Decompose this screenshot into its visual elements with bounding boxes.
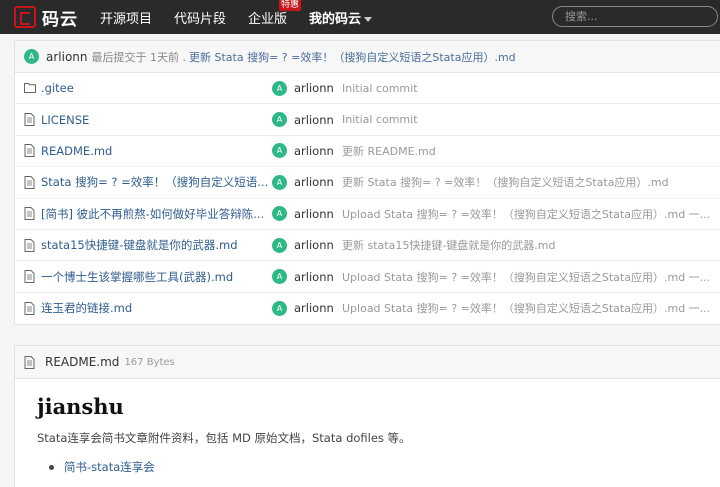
top-navbar: 码云 开源项目 代码片段 企业版 特惠 我的码云: [0, 0, 720, 34]
table-row[interactable]: README.md Aarlionn 更新 README.md: [15, 136, 720, 168]
file-icon: [24, 113, 36, 127]
file-icon: [24, 144, 36, 158]
folder-icon: [24, 82, 36, 95]
author-cell: Aarlionn: [272, 143, 334, 159]
logo[interactable]: 码云: [14, 5, 78, 30]
search-input[interactable]: [552, 6, 718, 27]
promo-badge: 特惠: [279, 0, 302, 11]
nav-enterprise-label: 企业版: [248, 11, 288, 27]
author-cell: Aarlionn: [272, 237, 334, 253]
list-item: 简书-stata连享会: [49, 459, 155, 475]
file-icon: [24, 355, 36, 369]
file-commit-message[interactable]: Upload Stata 搜狗= ? =效率！（搜狗自定义短语之Stata应用）…: [342, 206, 719, 222]
logo-text: 码云: [42, 9, 78, 30]
readme-size: 167 Bytes: [124, 356, 175, 368]
readme-description: Stata连享会简书文章附件资料，包括 MD 原始文档，Stata dofile…: [37, 431, 411, 445]
file-name[interactable]: .gitee: [41, 81, 74, 95]
file-author[interactable]: arlionn: [294, 175, 334, 189]
table-row[interactable]: Stata 搜狗= ? =效率！（搜狗自定义短语... Aarlionn 更新 St…: [15, 167, 720, 199]
avatar[interactable]: A: [272, 112, 287, 128]
file-name[interactable]: LICENSE: [41, 113, 89, 127]
file-name[interactable]: stata15快捷键-键盘就是你的武器.md: [41, 237, 238, 253]
table-row[interactable]: LICENSE Aarlionn Initial commit: [15, 104, 720, 136]
file-commit-message[interactable]: 更新 Stata 搜狗= ? =效率！（搜狗自定义短语之Stata应用）.md: [342, 174, 719, 190]
file-commit-message[interactable]: 更新 README.md: [342, 143, 719, 159]
commit-message[interactable]: 更新 Stata 搜狗= ? =效率！（搜狗自定义短语之Stata应用）.md: [189, 49, 516, 65]
file-cell: Stata 搜狗= ? =效率！（搜狗自定义短语...: [24, 174, 274, 190]
table-row[interactable]: stata15快捷键-键盘就是你的武器.md Aarlionn 更新 stata15…: [15, 230, 720, 262]
file-cell: LICENSE: [24, 113, 274, 127]
bullet-icon: [49, 464, 54, 470]
file-author[interactable]: arlionn: [294, 81, 334, 95]
avatar[interactable]: A: [272, 237, 287, 253]
file-commit-message[interactable]: Initial commit: [342, 113, 719, 126]
file-cell: [简书] 彼此不再煎熬-如何做好毕业答辩陈...: [24, 206, 274, 222]
author-cell: Aarlionn: [272, 206, 334, 222]
file-cell: 一个博士生该掌握哪些工具(武器).md: [24, 269, 274, 285]
file-author[interactable]: arlionn: [294, 270, 334, 284]
author-cell: Aarlionn: [272, 300, 334, 316]
file-list-panel: A arlionn 最后提交于 1天前 . 更新 Stata 搜狗= ? =效率…: [14, 40, 720, 326]
table-row[interactable]: [简书] 彼此不再煎熬-如何做好毕业答辩陈... Aarlionn Upload S…: [15, 199, 720, 230]
avatar[interactable]: A: [272, 80, 287, 96]
commit-time: 最后提交于 1天前 .: [91, 50, 187, 64]
file-commit-message[interactable]: Upload Stata 搜狗= ? =效率！（搜狗自定义短语之Stata应用）…: [342, 269, 719, 285]
nav-my-gitee[interactable]: 我的码云: [309, 8, 373, 27]
file-cell: 连玉君的链接.md: [24, 300, 274, 316]
file-author[interactable]: arlionn: [294, 144, 334, 158]
nav-code-snippets[interactable]: 代码片段: [174, 8, 226, 27]
readme-title: jianshu: [37, 394, 124, 419]
commit-author[interactable]: arlionn: [46, 50, 88, 64]
file-icon: [24, 301, 36, 315]
file-cell: stata15快捷键-键盘就是你的武器.md: [24, 237, 274, 253]
nav-enterprise[interactable]: 企业版 特惠: [248, 0, 302, 27]
file-commit-message[interactable]: Upload Stata 搜狗= ? =效率！（搜狗自定义短语之Stata应用）…: [342, 300, 719, 316]
file-name[interactable]: 连玉君的链接.md: [41, 300, 132, 316]
file-name[interactable]: README.md: [41, 144, 112, 158]
author-cell: Aarlionn: [272, 112, 334, 128]
chevron-down-icon: [364, 16, 373, 22]
file-author[interactable]: arlionn: [294, 113, 334, 127]
file-author[interactable]: arlionn: [294, 238, 334, 252]
avatar[interactable]: A: [272, 269, 287, 285]
author-cell: Aarlionn: [272, 174, 334, 190]
file-name[interactable]: [简书] 彼此不再煎熬-如何做好毕业答辩陈...: [41, 206, 264, 222]
file-cell: .gitee: [24, 81, 274, 95]
file-name[interactable]: Stata 搜狗= ? =效率！（搜狗自定义短语...: [41, 174, 268, 190]
table-row[interactable]: .gitee Aarlionn Initial commit: [15, 73, 720, 105]
avatar[interactable]: A: [272, 174, 287, 190]
file-cell: README.md: [24, 144, 274, 158]
nav-my-gitee-label: 我的码云: [309, 11, 362, 27]
readme-panel: README.md 167 Bytes jianshu Stata连享会简书文章…: [14, 345, 720, 487]
readme-filename[interactable]: README.md: [45, 355, 119, 369]
readme-header: README.md 167 Bytes: [15, 346, 720, 379]
file-icon: [24, 238, 36, 252]
nav-open-source[interactable]: 开源项目: [100, 8, 152, 27]
table-row[interactable]: 连玉君的链接.md Aarlionn Upload Stata 搜狗= ? =效率！…: [15, 293, 720, 324]
avatar[interactable]: A: [272, 300, 287, 316]
last-commit-bar: A arlionn 最后提交于 1天前 . 更新 Stata 搜狗= ? =效率…: [15, 41, 720, 73]
file-commit-message[interactable]: Initial commit: [342, 82, 719, 95]
avatar[interactable]: A: [24, 49, 39, 64]
file-icon: [24, 207, 36, 221]
table-row[interactable]: 一个博士生该掌握哪些工具(武器).md Aarlionn Upload Stata …: [15, 261, 720, 293]
author-cell: Aarlionn: [272, 269, 334, 285]
file-commit-message[interactable]: 更新 stata15快捷键-键盘就是你的武器.md: [342, 237, 719, 253]
gitee-logo-icon: [14, 6, 36, 28]
avatar[interactable]: A: [272, 143, 287, 159]
file-icon: [24, 175, 36, 189]
file-author[interactable]: arlionn: [294, 207, 334, 221]
author-cell: Aarlionn: [272, 80, 334, 96]
readme-link[interactable]: 简书-stata连享会: [64, 459, 155, 475]
file-author[interactable]: arlionn: [294, 301, 334, 315]
file-icon: [24, 270, 36, 284]
file-name[interactable]: 一个博士生该掌握哪些工具(武器).md: [41, 269, 233, 285]
avatar[interactable]: A: [272, 206, 287, 222]
